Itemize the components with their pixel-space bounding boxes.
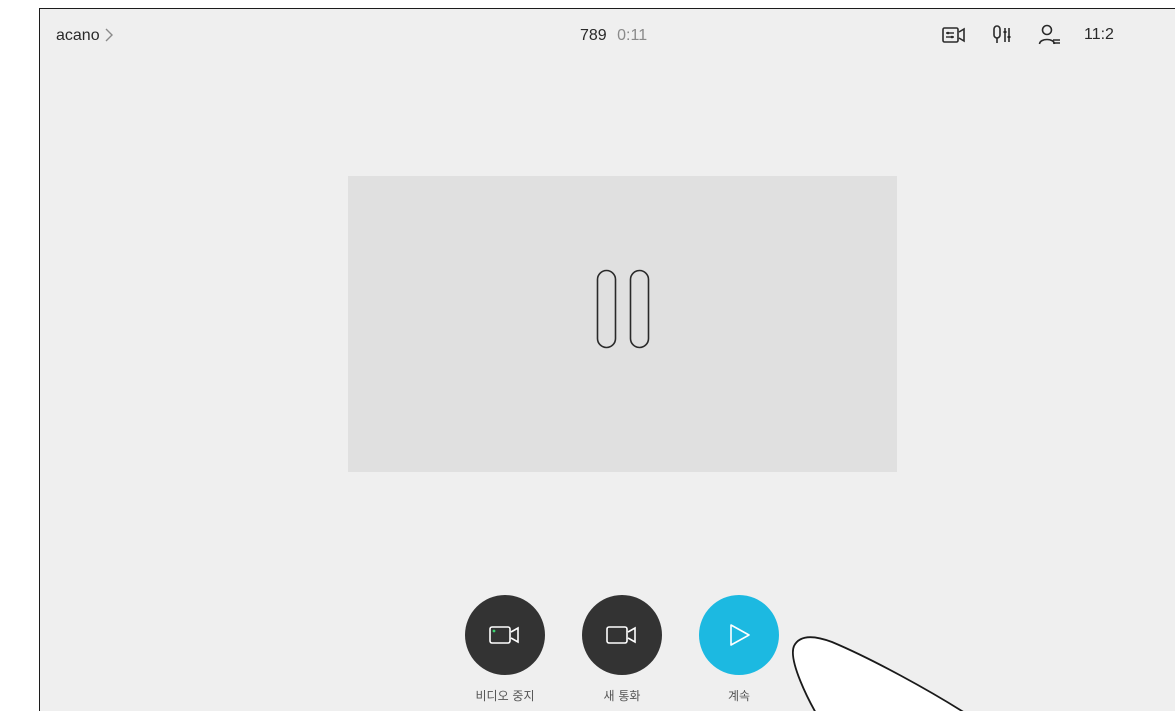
screen: acano 789 0:11 11:2 비디오 중지 새 통화 계속 (0, 0, 1175, 711)
call-number: 789 (580, 27, 607, 44)
call-panel: acano 789 0:11 11:2 비디오 중지 새 통화 계속 (39, 8, 1175, 711)
call-duration: 0:11 (617, 27, 648, 44)
new-call-label: 새 통화 (603, 689, 641, 703)
header-toolbar: 11:2 (940, 21, 1114, 49)
new-call-button[interactable] (582, 595, 662, 675)
call-name-breadcrumb[interactable]: acano (56, 27, 114, 45)
call-controls: 비디오 중지 새 통화 계속 (40, 595, 1175, 711)
video-camera-icon (489, 626, 519, 644)
chevron-right-icon (104, 27, 114, 45)
audio-settings-icon[interactable] (988, 21, 1016, 49)
call-name: acano (56, 27, 100, 44)
new-call-control: 새 통화 (567, 595, 677, 704)
resume-button[interactable] (699, 595, 779, 675)
resume-control: 계속 (684, 595, 794, 704)
play-icon (730, 624, 750, 646)
stop-video-label: 비디오 중지 (475, 689, 535, 703)
call-info: 789 0:11 (580, 27, 647, 45)
resume-label: 계속 (727, 689, 751, 703)
pause-icon (596, 269, 650, 349)
video-camera-icon (606, 626, 636, 644)
participants-icon[interactable] (1036, 21, 1064, 49)
clock: 11:2 (1084, 26, 1114, 43)
video-tile-on-hold (348, 176, 897, 472)
stop-video-control: 비디오 중지 (450, 595, 560, 704)
stop-video-button[interactable] (465, 595, 545, 675)
camera-control-icon[interactable] (940, 21, 968, 49)
